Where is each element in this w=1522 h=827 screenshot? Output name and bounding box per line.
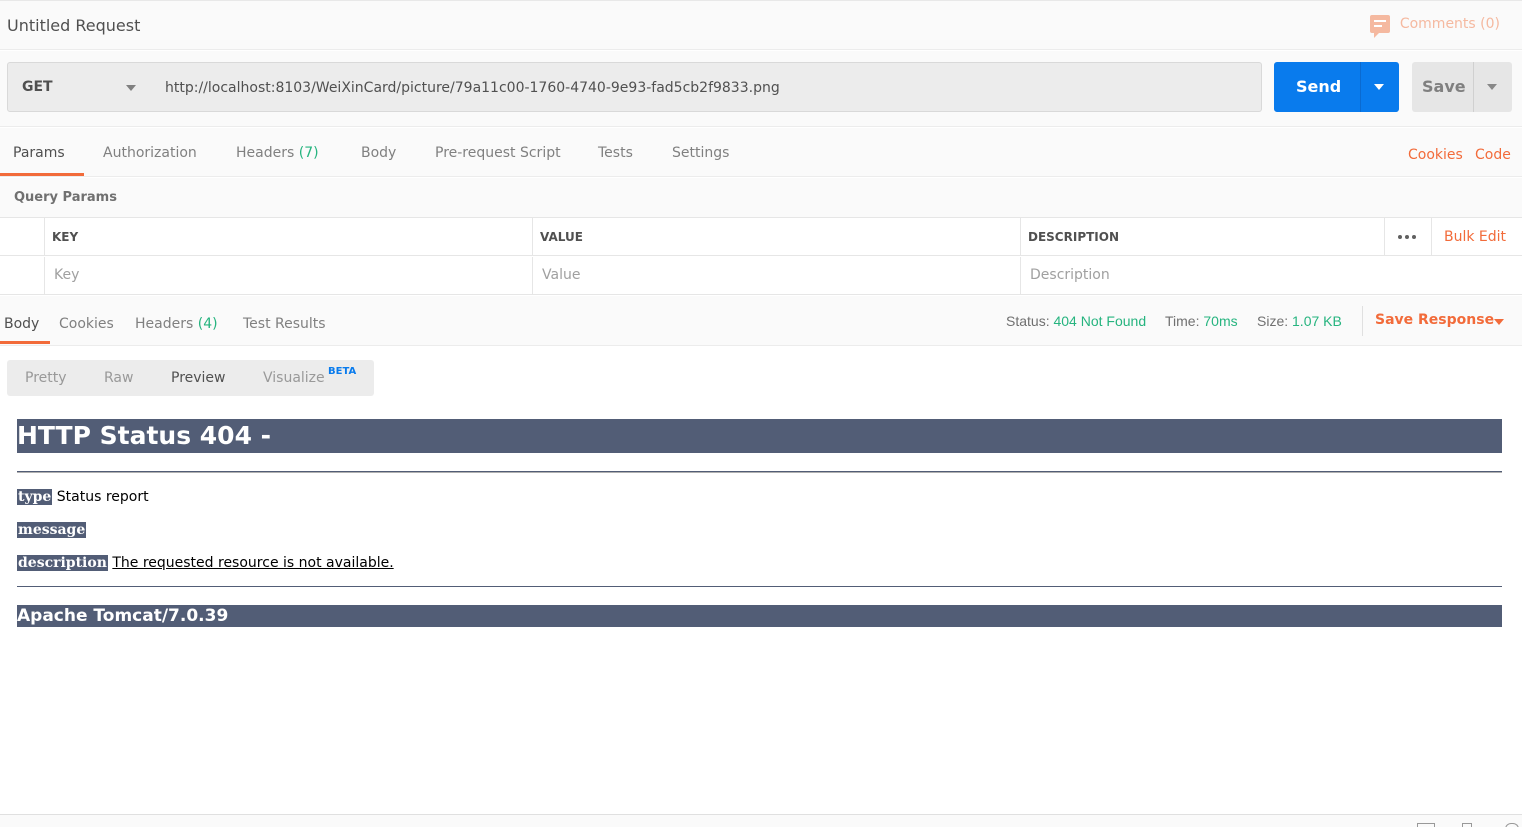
- time-value: 70ms: [1203, 313, 1238, 329]
- description-column-header: DESCRIPTION: [1020, 218, 1384, 256]
- comments-button[interactable]: Comments (0): [1369, 15, 1500, 38]
- value-column-header: VALUE: [532, 218, 1020, 256]
- comments-label: Comments (0): [1399, 16, 1500, 32]
- server-footer-bar: Apache Tomcat/7.0.39: [17, 605, 1502, 627]
- message-label: message: [17, 522, 87, 538]
- type-line: type Status report: [17, 489, 149, 505]
- send-options-chevron-icon[interactable]: [1374, 84, 1384, 90]
- status-meta[interactable]: Status: 404 Not Found: [1006, 313, 1146, 329]
- send-divider: [1360, 62, 1361, 112]
- save-response-chevron-icon[interactable]: [1494, 319, 1504, 325]
- type-value: Status report: [56, 489, 149, 505]
- response-tabs: Body Cookies Headers (4) Test Results St…: [0, 296, 1522, 346]
- comment-icon: [1369, 15, 1390, 38]
- time-label: Time:: [1165, 313, 1200, 329]
- table-row: Key Value Description: [0, 257, 1522, 295]
- message-line: message: [17, 522, 87, 538]
- response-headers-label: Headers: [135, 316, 194, 332]
- code-link[interactable]: Code: [1475, 147, 1511, 163]
- tab-pre-request-script[interactable]: Pre-request Script: [435, 145, 561, 161]
- response-tab-cookies[interactable]: Cookies: [59, 316, 114, 332]
- tab-headers-label: Headers: [236, 145, 295, 161]
- method-label: GET: [22, 79, 53, 95]
- keyboard-icon[interactable]: [1462, 823, 1472, 827]
- mode-raw[interactable]: Raw: [104, 370, 133, 386]
- server-footer: Apache Tomcat/7.0.39: [17, 606, 229, 626]
- query-params-table: KEY VALUE DESCRIPTION Bulk Edit Key Valu…: [0, 217, 1522, 295]
- method-select[interactable]: GET: [7, 62, 153, 112]
- bottom-status-bar: [0, 814, 1522, 827]
- meta-divider: [1362, 306, 1363, 336]
- mode-visualize[interactable]: Visualize: [263, 370, 325, 386]
- response-active-tab-indicator: [0, 341, 50, 344]
- tab-authorization[interactable]: Authorization: [103, 145, 197, 161]
- tab-headers-count: (7): [298, 145, 319, 161]
- view-mode-switcher: Pretty Raw Preview Visualize BETA: [7, 360, 374, 396]
- status-value: 404 Not Found: [1053, 313, 1147, 329]
- tab-tests[interactable]: Tests: [598, 145, 633, 161]
- url-input[interactable]: http://localhost:8103/WeiXinCard/picture…: [152, 62, 1262, 112]
- active-tab-indicator: [0, 173, 84, 176]
- query-params-title: Query Params: [14, 190, 117, 205]
- tab-params[interactable]: Params: [13, 145, 65, 161]
- postman-window: Untitled Request Comments (0) GET http:/…: [0, 0, 1522, 827]
- value-placeholder: Value: [542, 267, 581, 283]
- key-column-header: KEY: [44, 218, 532, 256]
- response-tab-body[interactable]: Body: [4, 316, 39, 332]
- description-header-text: DESCRIPTION: [1028, 230, 1120, 244]
- error-heading: HTTP Status 404 -: [17, 421, 272, 450]
- column-divider: [1384, 218, 1385, 256]
- help-icon[interactable]: [1505, 823, 1519, 827]
- bulk-edit-link[interactable]: Bulk Edit: [1444, 229, 1506, 245]
- tab-headers[interactable]: Headers (7): [236, 145, 319, 161]
- beta-badge: BETA: [328, 366, 357, 377]
- tab-body[interactable]: Body: [361, 145, 396, 161]
- mode-preview[interactable]: Preview: [171, 370, 226, 386]
- column-divider: [1431, 218, 1432, 256]
- value-header-text: VALUE: [540, 230, 583, 244]
- more-options-icon[interactable]: [1398, 235, 1416, 239]
- save-options-chevron-icon[interactable]: [1487, 84, 1497, 90]
- send-button[interactable]: Send: [1274, 62, 1399, 112]
- error-heading-bar: HTTP Status 404 -: [17, 419, 1502, 453]
- status-label: Status:: [1006, 313, 1050, 329]
- query-params-section: Query Params KEY VALUE DESCRIPTION Bulk …: [0, 178, 1522, 295]
- mode-pretty[interactable]: Pretty: [25, 370, 67, 386]
- type-label: type: [17, 489, 53, 505]
- key-header-text: KEY: [52, 230, 79, 244]
- key-input[interactable]: Key: [44, 257, 532, 295]
- description-label: description: [17, 555, 108, 571]
- description-value: The requested resource is not available.: [112, 555, 394, 571]
- request-tabs: Params Authorization Headers (7) Body Pr…: [0, 128, 1522, 177]
- description-placeholder: Description: [1030, 267, 1110, 283]
- divider: [17, 586, 1502, 587]
- response-tab-headers[interactable]: Headers (4): [135, 316, 218, 332]
- size-meta[interactable]: Size: 1.07 KB: [1257, 313, 1342, 329]
- chevron-down-icon: [126, 85, 136, 91]
- save-label: Save: [1422, 77, 1466, 96]
- save-button[interactable]: Save: [1412, 62, 1512, 112]
- cookies-link[interactable]: Cookies: [1408, 147, 1463, 163]
- title-bar: Untitled Request Comments (0): [0, 0, 1522, 50]
- send-label: Send: [1296, 77, 1342, 96]
- description-line: description The requested resource is no…: [17, 555, 394, 571]
- table-header-row: KEY VALUE DESCRIPTION Bulk Edit: [0, 218, 1522, 256]
- key-placeholder: Key: [54, 267, 80, 283]
- description-input[interactable]: Description: [1020, 257, 1522, 295]
- save-divider: [1473, 62, 1474, 112]
- time-meta[interactable]: Time: 70ms: [1165, 313, 1238, 329]
- divider: [17, 471, 1502, 473]
- size-value: 1.07 KB: [1292, 313, 1342, 329]
- save-response-button[interactable]: Save Response: [1375, 312, 1494, 328]
- value-input[interactable]: Value: [532, 257, 1020, 295]
- response-headers-count: (4): [197, 316, 218, 332]
- url-row: GET http://localhost:8103/WeiXinCard/pic…: [0, 51, 1522, 127]
- request-title[interactable]: Untitled Request: [7, 16, 140, 35]
- response-tab-test-results[interactable]: Test Results: [243, 316, 326, 332]
- layout-icon[interactable]: [1417, 823, 1435, 827]
- size-label: Size:: [1257, 313, 1289, 329]
- tab-settings[interactable]: Settings: [672, 145, 729, 161]
